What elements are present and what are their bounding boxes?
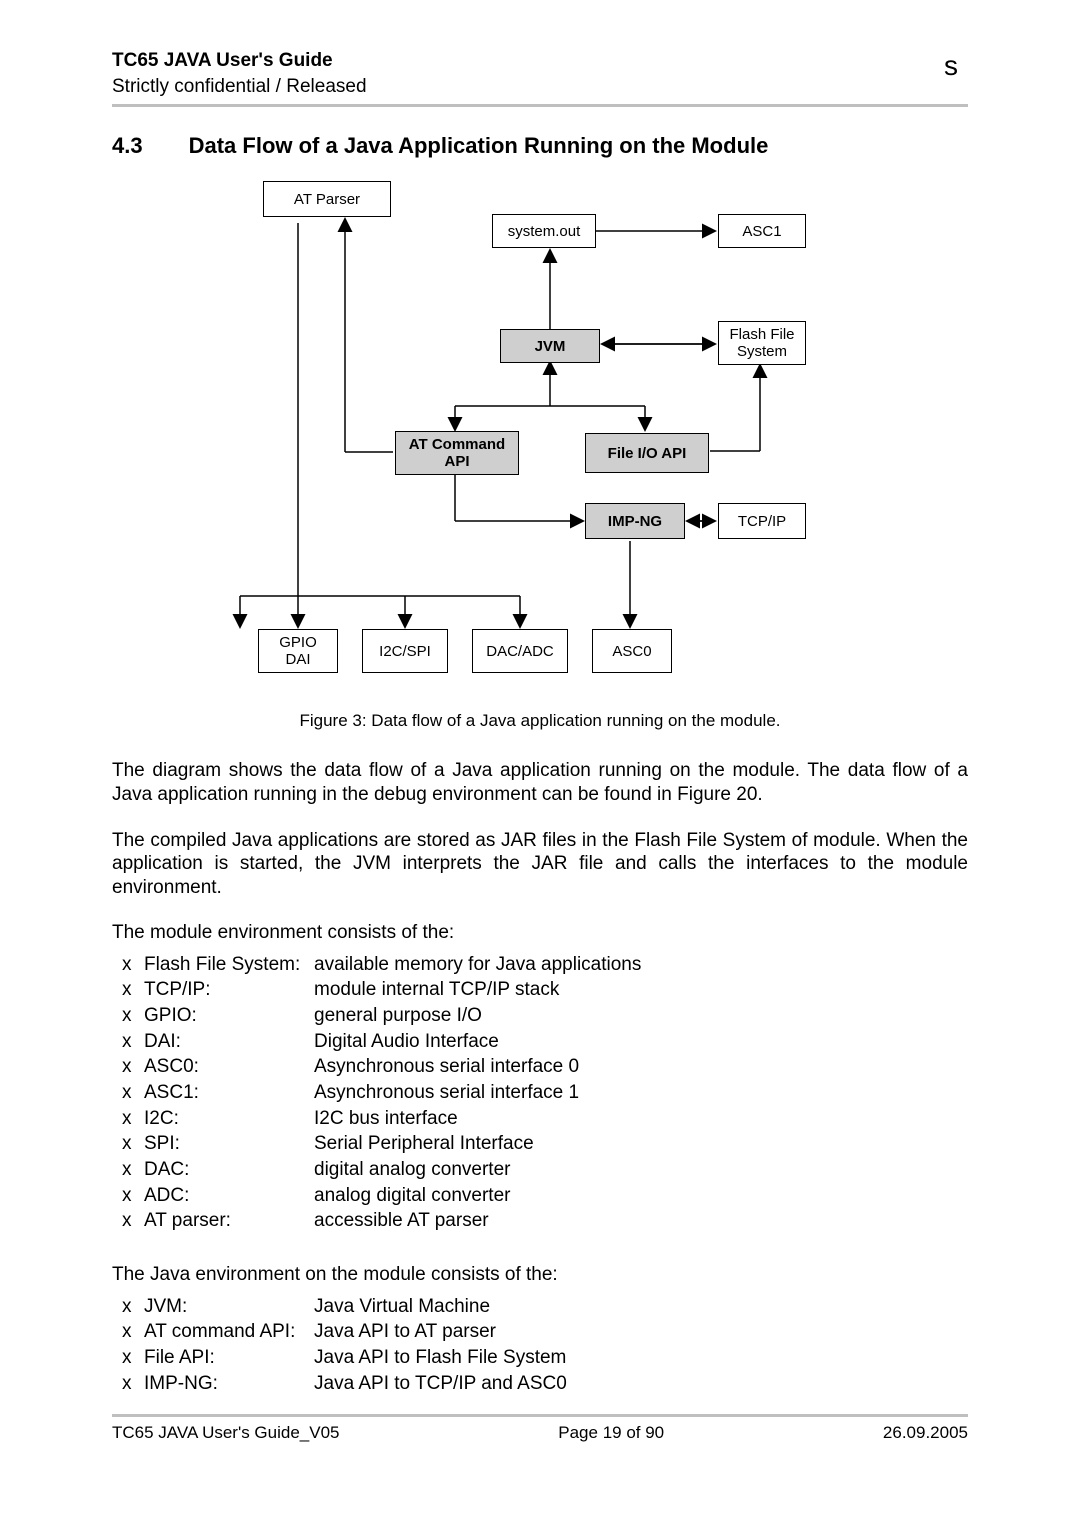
term: ADC: [144, 1183, 314, 1209]
body-paragraph-1: The diagram shows the data flow of a Jav… [112, 759, 968, 807]
term: ASC1: [144, 1080, 314, 1106]
bullet: x [122, 977, 144, 1003]
bullet: x [122, 1319, 144, 1345]
bullet: x [122, 1029, 144, 1055]
description: available memory for Java applications [314, 952, 968, 978]
module-env-list: xFlash File System:available memory for … [112, 952, 968, 1234]
bullet: x [122, 1208, 144, 1234]
bullet: x [122, 1294, 144, 1320]
list-item: xFile API:Java API to Flash File System [122, 1345, 968, 1371]
section-number: 4.3 [112, 133, 143, 159]
list-item: xASC0:Asynchronous serial interface 0 [122, 1054, 968, 1080]
diagram-box-i2c-spi: I2C/SPI [362, 629, 448, 673]
diagram-box-asc0: ASC0 [592, 629, 672, 673]
bullet: x [122, 1080, 144, 1106]
diagram-box-jvm: JVM [500, 329, 600, 363]
java-env-intro: The Java environment on the module consi… [112, 1264, 968, 1286]
bullet: x [122, 1106, 144, 1132]
description: Digital Audio Interface [314, 1029, 968, 1055]
description: general purpose I/O [314, 1003, 968, 1029]
diagram-box-file-io-api: File I/O API [585, 433, 709, 473]
term: GPIO: [144, 1003, 314, 1029]
bullet: x [122, 1054, 144, 1080]
list-item: xI2C:I2C bus interface [122, 1106, 968, 1132]
header-divider [112, 104, 968, 107]
term: AT parser: [144, 1208, 314, 1234]
term: SPI: [144, 1131, 314, 1157]
diagram-box-asc1: ASC1 [718, 214, 806, 248]
diagram-box-imp-ng: IMP-NG [585, 503, 685, 539]
diagram-box-at-cmd-api: AT Command API [395, 431, 519, 475]
bullet: x [122, 1345, 144, 1371]
term: IMP-NG: [144, 1371, 314, 1397]
footer-divider [112, 1414, 968, 1417]
bullet: x [122, 1371, 144, 1397]
term: AT command API: [144, 1319, 314, 1345]
description: analog digital converter [314, 1183, 968, 1209]
list-item: xJVM:Java Virtual Machine [122, 1294, 968, 1320]
description: Java Virtual Machine [314, 1294, 968, 1320]
bullet: x [122, 1131, 144, 1157]
list-item: xIMP-NG:Java API to TCP/IP and ASC0 [122, 1371, 968, 1397]
description: Java API to TCP/IP and ASC0 [314, 1371, 968, 1397]
term: ASC0: [144, 1054, 314, 1080]
bullet: x [122, 1157, 144, 1183]
page-header: TC65 JAVA User's Guide Strictly confiden… [112, 50, 968, 104]
body-paragraph-2: The compiled Java applications are store… [112, 829, 968, 900]
list-item: xFlash File System:available memory for … [122, 952, 968, 978]
term: JVM: [144, 1294, 314, 1320]
bullet: x [122, 1003, 144, 1029]
description: I2C bus interface [314, 1106, 968, 1132]
list-item: xASC1:Asynchronous serial interface 1 [122, 1080, 968, 1106]
term: I2C: [144, 1106, 314, 1132]
description: module internal TCP/IP stack [314, 977, 968, 1003]
list-item: xADC:analog digital converter [122, 1183, 968, 1209]
term: DAC: [144, 1157, 314, 1183]
data-flow-diagram: AT Parser system.out ASC1 JVM Flash File… [190, 181, 890, 701]
list-item: xAT command API:Java API to AT parser [122, 1319, 968, 1345]
description: Serial Peripheral Interface [314, 1131, 968, 1157]
description: Java API to Flash File System [314, 1345, 968, 1371]
footer-center: Page 19 of 90 [558, 1423, 664, 1443]
diagram-box-system-out: system.out [492, 214, 596, 248]
doc-title: TC65 JAVA User's Guide [112, 50, 367, 72]
list-item: xGPIO:general purpose I/O [122, 1003, 968, 1029]
bullet: x [122, 952, 144, 978]
term: File API: [144, 1345, 314, 1371]
section-heading: 4.3 Data Flow of a Java Application Runn… [112, 133, 968, 159]
figure-caption: Figure 3: Data flow of a Java applicatio… [112, 711, 968, 731]
term: Flash File System: [144, 952, 314, 978]
description: Asynchronous serial interface 1 [314, 1080, 968, 1106]
module-env-intro: The module environment consists of the: [112, 922, 968, 944]
term: TCP/IP: [144, 977, 314, 1003]
diagram-box-at-parser: AT Parser [263, 181, 391, 217]
diagram-box-ffs: Flash File System [718, 321, 806, 365]
diagram-box-dac-adc: DAC/ADC [472, 629, 568, 673]
list-item: xSPI:Serial Peripheral Interface [122, 1131, 968, 1157]
list-item: xAT parser:accessible AT parser [122, 1208, 968, 1234]
section-title: Data Flow of a Java Application Running … [189, 133, 769, 159]
description: accessible AT parser [314, 1208, 968, 1234]
java-env-list: xJVM:Java Virtual MachinexAT command API… [112, 1294, 968, 1397]
list-item: xTCP/IP:module internal TCP/IP stack [122, 977, 968, 1003]
description: digital analog converter [314, 1157, 968, 1183]
bullet: x [122, 1183, 144, 1209]
header-mark: s [944, 50, 968, 82]
diagram-arrows [190, 181, 890, 701]
diagram-box-gpio-dai: GPIO DAI [258, 629, 338, 673]
page-footer: TC65 JAVA User's Guide_V05 Page 19 of 90… [112, 1423, 968, 1443]
footer-left: TC65 JAVA User's Guide_V05 [112, 1423, 340, 1443]
list-item: xDAC:digital analog converter [122, 1157, 968, 1183]
list-item: xDAI:Digital Audio Interface [122, 1029, 968, 1055]
description: Asynchronous serial interface 0 [314, 1054, 968, 1080]
description: Java API to AT parser [314, 1319, 968, 1345]
doc-subtitle: Strictly confidential / Released [112, 76, 367, 98]
diagram-box-tcpip: TCP/IP [718, 503, 806, 539]
footer-right: 26.09.2005 [883, 1423, 968, 1443]
term: DAI: [144, 1029, 314, 1055]
